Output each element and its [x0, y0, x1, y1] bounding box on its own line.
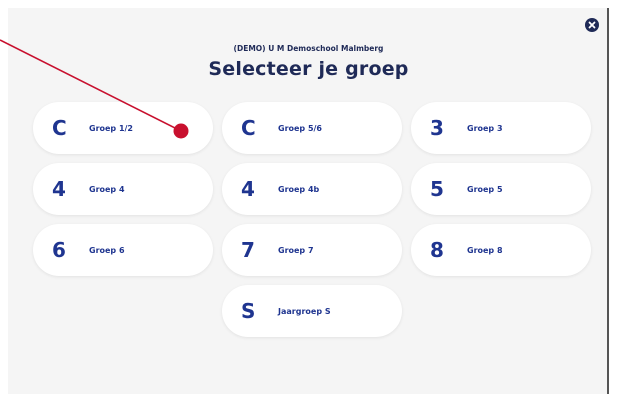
- group-letter: C: [241, 116, 256, 140]
- group-label: Groep 7: [278, 245, 314, 255]
- group-letter: 5: [430, 177, 444, 201]
- group-label: Groep 4b: [278, 184, 320, 194]
- group-label: Jaargroep S: [278, 306, 331, 316]
- group-grid: C Groep 1/2 C Groep 5/6 3 Groep 3 4 Groe…: [0, 0, 617, 394]
- group-letter: S: [241, 299, 256, 323]
- group-letter: 3: [430, 116, 444, 140]
- group-card-groep-7[interactable]: 7 Groep 7: [222, 224, 402, 276]
- group-letter: 8: [430, 238, 444, 262]
- group-card-groep-1-2[interactable]: C Groep 1/2: [33, 102, 213, 154]
- group-letter: 6: [52, 238, 66, 262]
- group-card-groep-8[interactable]: 8 Groep 8: [411, 224, 591, 276]
- group-card-groep-4[interactable]: 4 Groep 4: [33, 163, 213, 215]
- group-card-groep-4b[interactable]: 4 Groep 4b: [222, 163, 402, 215]
- group-card-groep-6[interactable]: 6 Groep 6: [33, 224, 213, 276]
- group-letter: 4: [52, 177, 66, 201]
- group-label: Groep 6: [89, 245, 125, 255]
- group-card-groep-5[interactable]: 5 Groep 5: [411, 163, 591, 215]
- group-letter: C: [52, 116, 67, 140]
- group-label: Groep 1/2: [89, 123, 133, 133]
- group-label: Groep 5: [467, 184, 503, 194]
- group-card-groep-5-6[interactable]: C Groep 5/6: [222, 102, 402, 154]
- group-label: Groep 5/6: [278, 123, 322, 133]
- group-card-jaargroep-s[interactable]: S Jaargroep S: [222, 285, 402, 337]
- group-label: Groep 8: [467, 245, 503, 255]
- group-label: Groep 3: [467, 123, 503, 133]
- group-letter: 4: [241, 177, 255, 201]
- group-label: Groep 4: [89, 184, 125, 194]
- group-letter: 7: [241, 238, 255, 262]
- group-card-groep-3[interactable]: 3 Groep 3: [411, 102, 591, 154]
